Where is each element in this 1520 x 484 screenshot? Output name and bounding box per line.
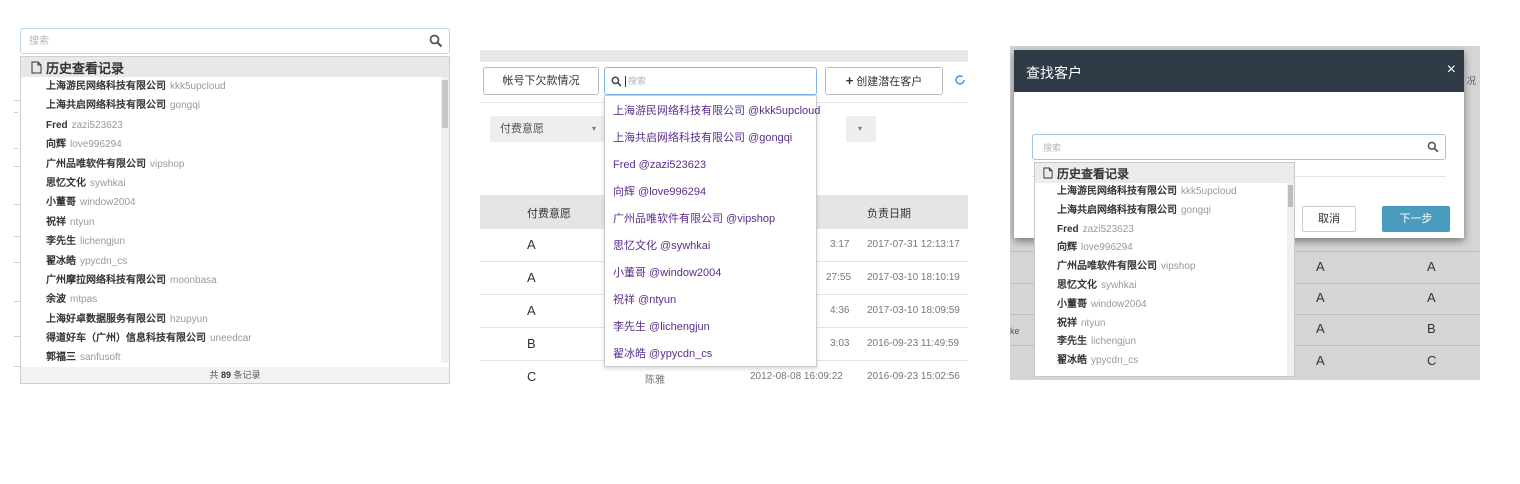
customer-search-box[interactable] [604, 67, 817, 95]
history-scrollbar[interactable] [441, 77, 449, 363]
history-item[interactable]: 上海共启网络科技有限公司 gongqi [46, 96, 449, 115]
background-cell: B [1427, 321, 1436, 336]
background-edge-text: ke [1010, 326, 1020, 336]
history-dropdown: 历史查看记录 上海游民网络科技有限公司 kkk5upcloud 上海共启网络科技有… [20, 56, 450, 384]
column-header-debt-date[interactable]: 负责日期 [867, 205, 911, 221]
history-item[interactable]: 广州品唯软件有限公司 vipshop [46, 155, 449, 174]
search-input[interactable] [628, 74, 808, 88]
customer-search-box[interactable] [20, 28, 450, 54]
suggestion-item[interactable]: 思忆文化 @sywhkai [605, 233, 816, 260]
document-icon [31, 61, 42, 73]
history-item[interactable]: 上海共启网络科技有限公司 gongqi [1057, 202, 1294, 221]
document-icon [1043, 167, 1053, 179]
next-step-button[interactable]: 下一步 [1382, 206, 1450, 232]
find-customer-modal-panel: 况 ke A A A A A B A C 查找客户 × 取消 下一步 [1010, 46, 1480, 380]
customer-search-box[interactable] [1032, 134, 1446, 160]
modal-title: 查找客户 [1026, 65, 1082, 81]
history-item[interactable]: Fred zazi523623 [46, 116, 449, 135]
history-item[interactable]: 李先生 lichengjun [46, 232, 449, 251]
scrollbar-thumb[interactable] [1288, 185, 1293, 207]
plus-icon: + [845, 73, 854, 88]
background-cell: A [1316, 321, 1325, 336]
suggestion-item[interactable]: Fred @zazi523623 [605, 152, 816, 179]
chevron-down-icon: ▾ [858, 124, 863, 133]
suggestion-item[interactable]: 广州品唯软件有限公司 @vipshop [605, 206, 816, 233]
search-icon [611, 76, 622, 87]
history-item[interactable]: 小董哥 window2004 [1057, 296, 1294, 315]
suggestion-item[interactable]: 小董哥 @window2004 [605, 260, 816, 287]
history-item[interactable]: 上海游民网络科技有限公司 kkk5upcloud [46, 77, 449, 96]
history-item[interactable]: 向辉 love996294 [1057, 239, 1294, 258]
history-header: 历史查看记录 [21, 57, 449, 77]
search-input[interactable] [1043, 141, 1413, 155]
record-count-footer: 共 89 条记录 [21, 367, 449, 383]
history-item[interactable]: 思忆文化 sywhkai [1057, 277, 1294, 296]
customer-list-panel: 帐号下欠款情况 +创建潜在客户 付费意愿 ▾ ▾ 付费意愿 负责日期 A 3:1… [480, 50, 968, 384]
suggestion-list: 上海游民网络科技有限公司 @kkk5upcloud 上海共启网络科技有限公司 @… [605, 96, 820, 368]
history-dropdown-panel: 历史查看记录 上海游民网络科技有限公司kkk5upcloud 上海共启网络科技有… [14, 26, 452, 384]
history-item[interactable]: 余波 mtpas [46, 290, 449, 309]
history-item[interactable]: 李先生 lichengjun [1057, 333, 1294, 352]
history-header-label: 历史查看记录 [46, 60, 125, 76]
history-item[interactable]: 郭福三 sanfusoft [46, 348, 449, 367]
history-list: 上海游民网络科技有限公司 kkk5upcloud 上海共启网络科技有限公司 gong… [21, 77, 449, 368]
history-item[interactable]: 广州摩拉网络科技有限公司 moonbasa [46, 271, 449, 290]
history-item[interactable]: 向辉 love996294 [46, 135, 449, 154]
history-header-label: 历史查看记录 [1057, 166, 1130, 181]
history-item[interactable]: 思忆文化 sywhkai [46, 174, 449, 193]
top-bar [480, 50, 968, 62]
suggestion-item[interactable]: 李先生 @lichengjun [605, 314, 816, 341]
history-item[interactable]: 上海游民网络科技有限公司 kkk5upcloud [1057, 183, 1294, 202]
suggestion-dropdown: 上海游民网络科技有限公司 @kkk5upcloud 上海共启网络科技有限公司 @… [604, 95, 820, 368]
cancel-button[interactable]: 取消 [1302, 206, 1356, 232]
payment-willingness-filter[interactable]: 付费意愿 ▾ [490, 116, 606, 142]
history-dropdown: 历史查看记录 上海游民网络科技有限公司 kkk5upcloud 上海共启网络科技有… [1034, 162, 1295, 377]
refresh-icon[interactable] [954, 74, 966, 86]
modal-header: 查找客户 × [1014, 50, 1464, 92]
history-header: 历史查看记录 [1035, 163, 1294, 183]
history-item[interactable]: 祝祥 ntyun [46, 213, 449, 232]
history-scrollbar[interactable] [1287, 183, 1294, 376]
search-input[interactable] [29, 33, 419, 49]
suggestion-item[interactable]: 祝祥 @ntyun [605, 287, 816, 314]
history-item[interactable]: 翟冰皓 ypycdn_cs [1057, 352, 1294, 371]
history-item[interactable]: 翟冰皓 ypycdn_cs [46, 252, 449, 271]
column-header-willingness[interactable]: 付费意愿 [527, 205, 571, 221]
background-cell: A [1316, 353, 1325, 368]
suggestion-item[interactable]: 上海游民网络科技有限公司 @kkk5upcloud [605, 98, 820, 125]
second-filter[interactable]: ▾ [846, 116, 876, 142]
scrollbar-thumb[interactable] [442, 80, 448, 128]
record-count: 89 [220, 370, 231, 380]
chevron-down-icon: ▾ [591, 124, 596, 133]
history-item[interactable]: 祝祥 ntyun [1057, 315, 1294, 334]
close-icon[interactable]: × [1447, 62, 1456, 78]
background-cell: A [1316, 290, 1325, 305]
background-cell: C [1427, 353, 1437, 368]
suggestion-item[interactable]: 上海共启网络科技有限公司 @gongqi [605, 125, 816, 152]
background-cell: A [1427, 259, 1436, 274]
suggestion-item[interactable]: 向辉 @love996294 [605, 179, 816, 206]
suggestion-item[interactable]: 翟冰皓 @ypycdn_cs [605, 341, 816, 368]
background-cell: A [1316, 259, 1325, 274]
text-caret [625, 76, 626, 87]
create-potential-customer-button[interactable]: + 创建潜在客户 [825, 67, 943, 95]
history-item[interactable]: 广州品唯软件有限公司 vipshop [1057, 258, 1294, 277]
account-arrears-button[interactable]: 帐号下欠款情况 [483, 67, 599, 95]
history-item[interactable]: Fred zazi523623 [1057, 221, 1294, 240]
history-item[interactable]: 上海好卓数据服务有限公司 hzupyun [46, 310, 449, 329]
search-icon[interactable] [429, 34, 443, 48]
background-cell: A [1427, 290, 1436, 305]
history-list: 上海游民网络科技有限公司 kkk5upcloud 上海共启网络科技有限公司 gong… [1035, 183, 1294, 371]
background-edge-text: 况 [1467, 76, 1477, 86]
search-icon[interactable] [1427, 141, 1439, 153]
history-item[interactable]: 小董哥 window2004 [46, 193, 449, 212]
history-item[interactable]: 得道好车（广州）信息科技有限公司 uneedcar [46, 329, 449, 348]
